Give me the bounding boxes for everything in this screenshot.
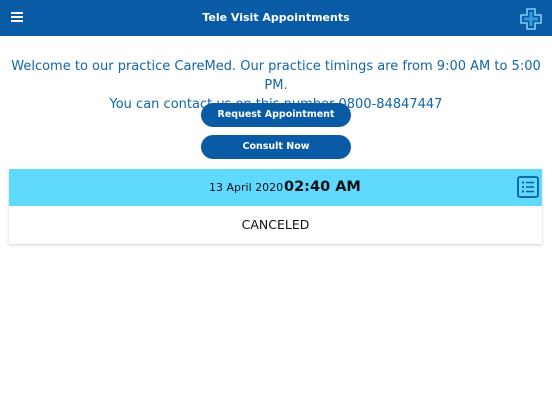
welcome-line-practice: Welcome to our practice CareMed. Our pra… xyxy=(11,59,541,93)
consult-now-button[interactable]: Consult Now xyxy=(201,135,351,159)
appointment-date: 13 April 2020 xyxy=(209,181,284,194)
list-details-icon[interactable] xyxy=(517,176,539,198)
appointment-time: 02:40 AM xyxy=(284,179,361,195)
request-appointment-button[interactable]: Request Appointment xyxy=(201,103,351,127)
top-app-bar: Tele Visit Appointments xyxy=(0,0,552,36)
appointment-status: CANCELED xyxy=(241,217,310,232)
appointment-card[interactable]: 13 April 2020 02:40 AM CANCELED xyxy=(9,169,542,244)
appointment-card-header: 13 April 2020 02:40 AM xyxy=(9,169,542,206)
medical-cross-logo-icon xyxy=(520,8,542,30)
app-title: Tele Visit Appointments xyxy=(202,11,350,24)
